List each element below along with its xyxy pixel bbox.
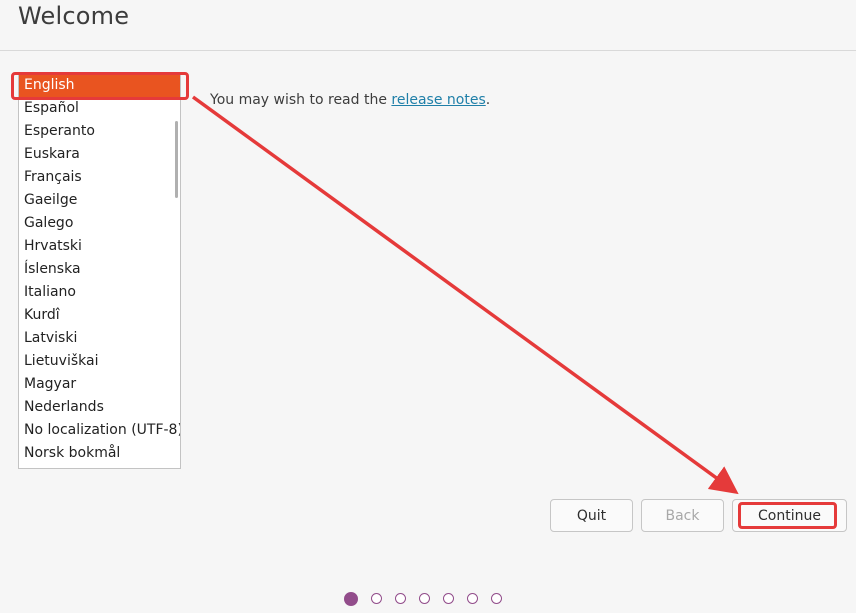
header-divider	[0, 50, 856, 51]
back-button[interactable]: Back	[641, 499, 724, 532]
page-title: Welcome	[18, 2, 130, 30]
language-item[interactable]: Italiano	[19, 281, 180, 304]
language-item[interactable]: Norsk bokmål	[19, 442, 180, 465]
release-notes-suffix: .	[485, 92, 491, 108]
language-item[interactable]: Hrvatski	[19, 235, 180, 258]
language-list-scrollbar[interactable]	[175, 121, 178, 198]
language-item[interactable]: Galego	[19, 212, 180, 235]
progress-dot	[467, 593, 478, 604]
quit-button[interactable]: Quit	[550, 499, 633, 532]
language-item[interactable]: Magyar	[19, 373, 180, 396]
language-item[interactable]: Íslenska	[19, 258, 180, 281]
language-item[interactable]: Lietuviškai	[19, 350, 180, 373]
progress-dot	[491, 593, 502, 604]
progress-dot	[419, 593, 430, 604]
progress-dot	[443, 593, 454, 604]
progress-dot	[395, 593, 406, 604]
release-notes-prefix: You may wish to read the	[210, 92, 392, 108]
language-item[interactable]: English	[19, 74, 180, 97]
release-notes-message: You may wish to read the release notes.	[210, 92, 490, 108]
progress-dot	[344, 592, 358, 606]
language-item[interactable]: Kurdî	[19, 304, 180, 327]
progress-dots	[344, 592, 502, 606]
progress-dot	[371, 593, 382, 604]
language-item[interactable]: No localization (UTF-8)	[19, 419, 180, 442]
language-list[interactable]: English Español Esperanto Euskara Français Ga…	[18, 73, 181, 469]
language-item[interactable]: Latviski	[19, 327, 180, 350]
arrow-line	[191, 95, 739, 495]
language-item[interactable]: Français	[19, 166, 180, 189]
language-item[interactable]: Español	[19, 97, 180, 120]
continue-button[interactable]: Continue	[732, 499, 847, 532]
language-item[interactable]: Nederlands	[19, 396, 180, 419]
language-item[interactable]: Esperanto	[19, 120, 180, 143]
language-item[interactable]: Gaeilge	[19, 189, 180, 212]
release-notes-link[interactable]: release notes	[391, 92, 485, 108]
language-item[interactable]: Euskara	[19, 143, 180, 166]
